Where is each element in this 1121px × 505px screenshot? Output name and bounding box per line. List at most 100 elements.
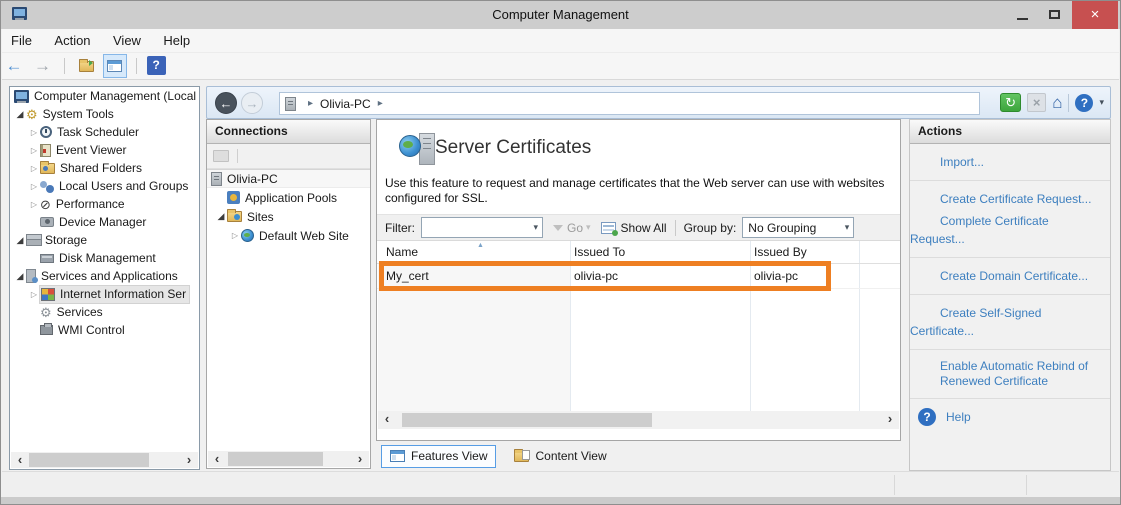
expander-collapsed-icon[interactable]: ▷ — [28, 146, 40, 155]
page-description: Use this feature to request and manage c… — [385, 176, 893, 206]
group-by-select[interactable]: No Grouping ▾ — [742, 217, 854, 238]
content-view-icon — [514, 451, 529, 462]
expander-collapsed-icon[interactable]: ▷ — [229, 231, 241, 240]
connection-item-sites[interactable]: ◢ Sites — [207, 207, 370, 226]
menu-action[interactable]: Action — [45, 29, 99, 53]
application-pools-icon — [227, 191, 240, 204]
tree-item-services[interactable]: ⚙ Services — [10, 303, 199, 321]
scrollbar-thumb[interactable] — [228, 452, 323, 466]
computer-management-window: Computer Management × File Action View H… — [0, 0, 1121, 505]
minimize-button[interactable] — [1008, 1, 1038, 29]
home-icon[interactable]: ⌂ — [1052, 93, 1062, 112]
action-create-domain-certificate[interactable]: Create Domain Certificate... — [940, 269, 1088, 283]
maximize-button[interactable] — [1040, 1, 1070, 29]
tree-item-device-manager[interactable]: Device Manager — [10, 213, 199, 231]
scrollbar-thumb[interactable] — [402, 413, 652, 427]
tree-item-shared-folders[interactable]: ▷ Shared Folders — [10, 159, 199, 177]
iis-back-button[interactable]: ← — [215, 92, 237, 114]
column-header-name[interactable]: Name — [386, 245, 418, 259]
connection-item-application-pools[interactable]: Application Pools — [207, 188, 370, 207]
scroll-right-icon[interactable]: › — [182, 452, 196, 468]
stop-icon: × — [1027, 93, 1046, 112]
expander-collapsed-icon[interactable]: ▷ — [28, 200, 40, 209]
cell-name: My_cert — [386, 269, 429, 283]
actions-header: Actions — [910, 120, 1110, 144]
scroll-right-icon[interactable]: › — [353, 451, 367, 467]
tree-item-computer-management[interactable]: Computer Management (Local — [10, 87, 199, 105]
menu-view[interactable]: View — [104, 29, 150, 53]
expander-expanded-icon[interactable]: ◢ — [215, 211, 227, 222]
connection-item-default-web-site[interactable]: ▷ Default Web Site — [207, 226, 370, 245]
back-arrow-icon[interactable]: ← — [2, 53, 26, 79]
expander-collapsed-icon[interactable]: ▷ — [28, 164, 40, 173]
refresh-icon[interactable]: ↻ — [1000, 93, 1021, 112]
action-create-self-signed-certificate[interactable]: Create Self-Signed Certificate... — [910, 306, 1041, 338]
action-import[interactable]: Import... — [940, 155, 984, 169]
title-bar[interactable]: Computer Management × — [1, 1, 1120, 29]
breadcrumb-server[interactable]: Olivia-PC — [320, 97, 371, 111]
tab-content-view[interactable]: Content View — [496, 445, 614, 468]
tree-item-wmi-control[interactable]: WMI Control — [10, 321, 199, 339]
show-console-tree-icon[interactable] — [103, 54, 127, 78]
expander-collapsed-icon[interactable]: ▷ — [28, 128, 40, 137]
tree-item-storage[interactable]: ◢ Storage — [10, 231, 199, 249]
scroll-left-icon[interactable]: ‹ — [380, 411, 394, 427]
tree-item-label: Computer Management (Local — [34, 89, 196, 103]
expander-expanded-icon[interactable]: ◢ — [14, 109, 26, 120]
expander-expanded-icon[interactable]: ◢ — [14, 271, 26, 282]
tree-item-local-users-and-groups[interactable]: ▷ Local Users and Groups — [10, 177, 199, 195]
help-dropdown-icon[interactable]: ▾ — [1099, 97, 1104, 108]
close-button[interactable]: × — [1072, 1, 1118, 29]
expander-collapsed-icon[interactable]: ▷ — [28, 182, 40, 191]
filter-input[interactable]: ▾ — [421, 217, 543, 238]
scroll-left-icon[interactable]: ‹ — [13, 452, 27, 468]
scroll-right-icon[interactable]: › — [883, 411, 897, 427]
tree-item-system-tools[interactable]: ◢ ⚙ System Tools — [10, 105, 199, 123]
menu-file[interactable]: File — [2, 29, 41, 53]
actions-panel: Actions Import... Create Certificate Req… — [909, 119, 1111, 471]
tree-horizontal-scrollbar[interactable]: ‹ › — [11, 452, 198, 468]
filter-label: Filter: — [385, 221, 415, 235]
action-complete-certificate-request[interactable]: Complete Certificate Request... — [910, 214, 1049, 246]
action-help[interactable]: ? Help — [910, 399, 1110, 435]
show-all-icon[interactable] — [601, 222, 616, 234]
expander-expanded-icon[interactable]: ◢ — [14, 235, 26, 246]
iis-forward-button[interactable]: → — [241, 92, 263, 114]
expander-collapsed-icon[interactable]: ▷ — [28, 290, 40, 299]
tree-item-label: Device Manager — [59, 215, 146, 229]
menu-help[interactable]: Help — [154, 29, 199, 53]
tree-item-disk-management[interactable]: Disk Management — [10, 249, 199, 267]
connections-horizontal-scrollbar[interactable]: ‹ › — [208, 451, 369, 467]
services-applications-icon — [26, 269, 36, 283]
list-horizontal-scrollbar[interactable]: ‹ › — [378, 411, 899, 429]
chevron-down-icon[interactable]: ▾ — [845, 222, 850, 233]
scroll-left-icon[interactable]: ‹ — [210, 451, 224, 467]
group-by-value: No Grouping — [748, 221, 816, 235]
separator — [1068, 94, 1069, 112]
tree-item-services-and-applications[interactable]: ◢ Services and Applications — [10, 267, 199, 285]
help-link[interactable]: Help — [946, 410, 971, 425]
connection-item-server[interactable]: Olivia-PC — [207, 169, 370, 188]
iis-address-bar: ← → ▸ Olivia-PC ▸ ↻ × ⌂ ? ▾ — [206, 86, 1111, 119]
export-list-icon[interactable] — [74, 53, 98, 79]
tree-item-performance[interactable]: ▷ ⊘ Performance — [10, 195, 199, 213]
tree-item-label: Storage — [45, 233, 87, 247]
action-enable-automatic-rebind[interactable]: Enable Automatic Rebind of Renewed Certi… — [940, 359, 1100, 389]
scrollbar-thumb[interactable] — [29, 453, 149, 467]
device-manager-icon — [40, 217, 54, 227]
tree-item-task-scheduler[interactable]: ▷ Task Scheduler — [10, 123, 199, 141]
action-create-certificate-request[interactable]: Create Certificate Request... — [940, 192, 1091, 206]
show-all-button[interactable]: Show All — [621, 221, 667, 235]
tab-features-view[interactable]: Features View — [381, 445, 496, 468]
column-header-issued-by[interactable]: Issued By — [754, 245, 807, 259]
forward-arrow-icon[interactable]: → — [30, 53, 54, 79]
tree-item-label: Services and Applications — [41, 269, 178, 283]
help-icon[interactable]: ? — [147, 56, 166, 75]
tree-item-internet-information-services[interactable]: ▷ Internet Information Ser — [10, 285, 199, 303]
column-header-issued-to[interactable]: Issued To — [574, 245, 625, 259]
breadcrumb[interactable]: ▸ Olivia-PC ▸ — [279, 92, 980, 115]
tree-item-event-viewer[interactable]: ▷ Event Viewer — [10, 141, 199, 159]
table-row[interactable]: My_cert olivia-pc olivia-pc — [377, 264, 900, 289]
iis-help-icon[interactable]: ? — [1075, 94, 1093, 112]
chevron-down-icon[interactable]: ▾ — [533, 222, 538, 233]
